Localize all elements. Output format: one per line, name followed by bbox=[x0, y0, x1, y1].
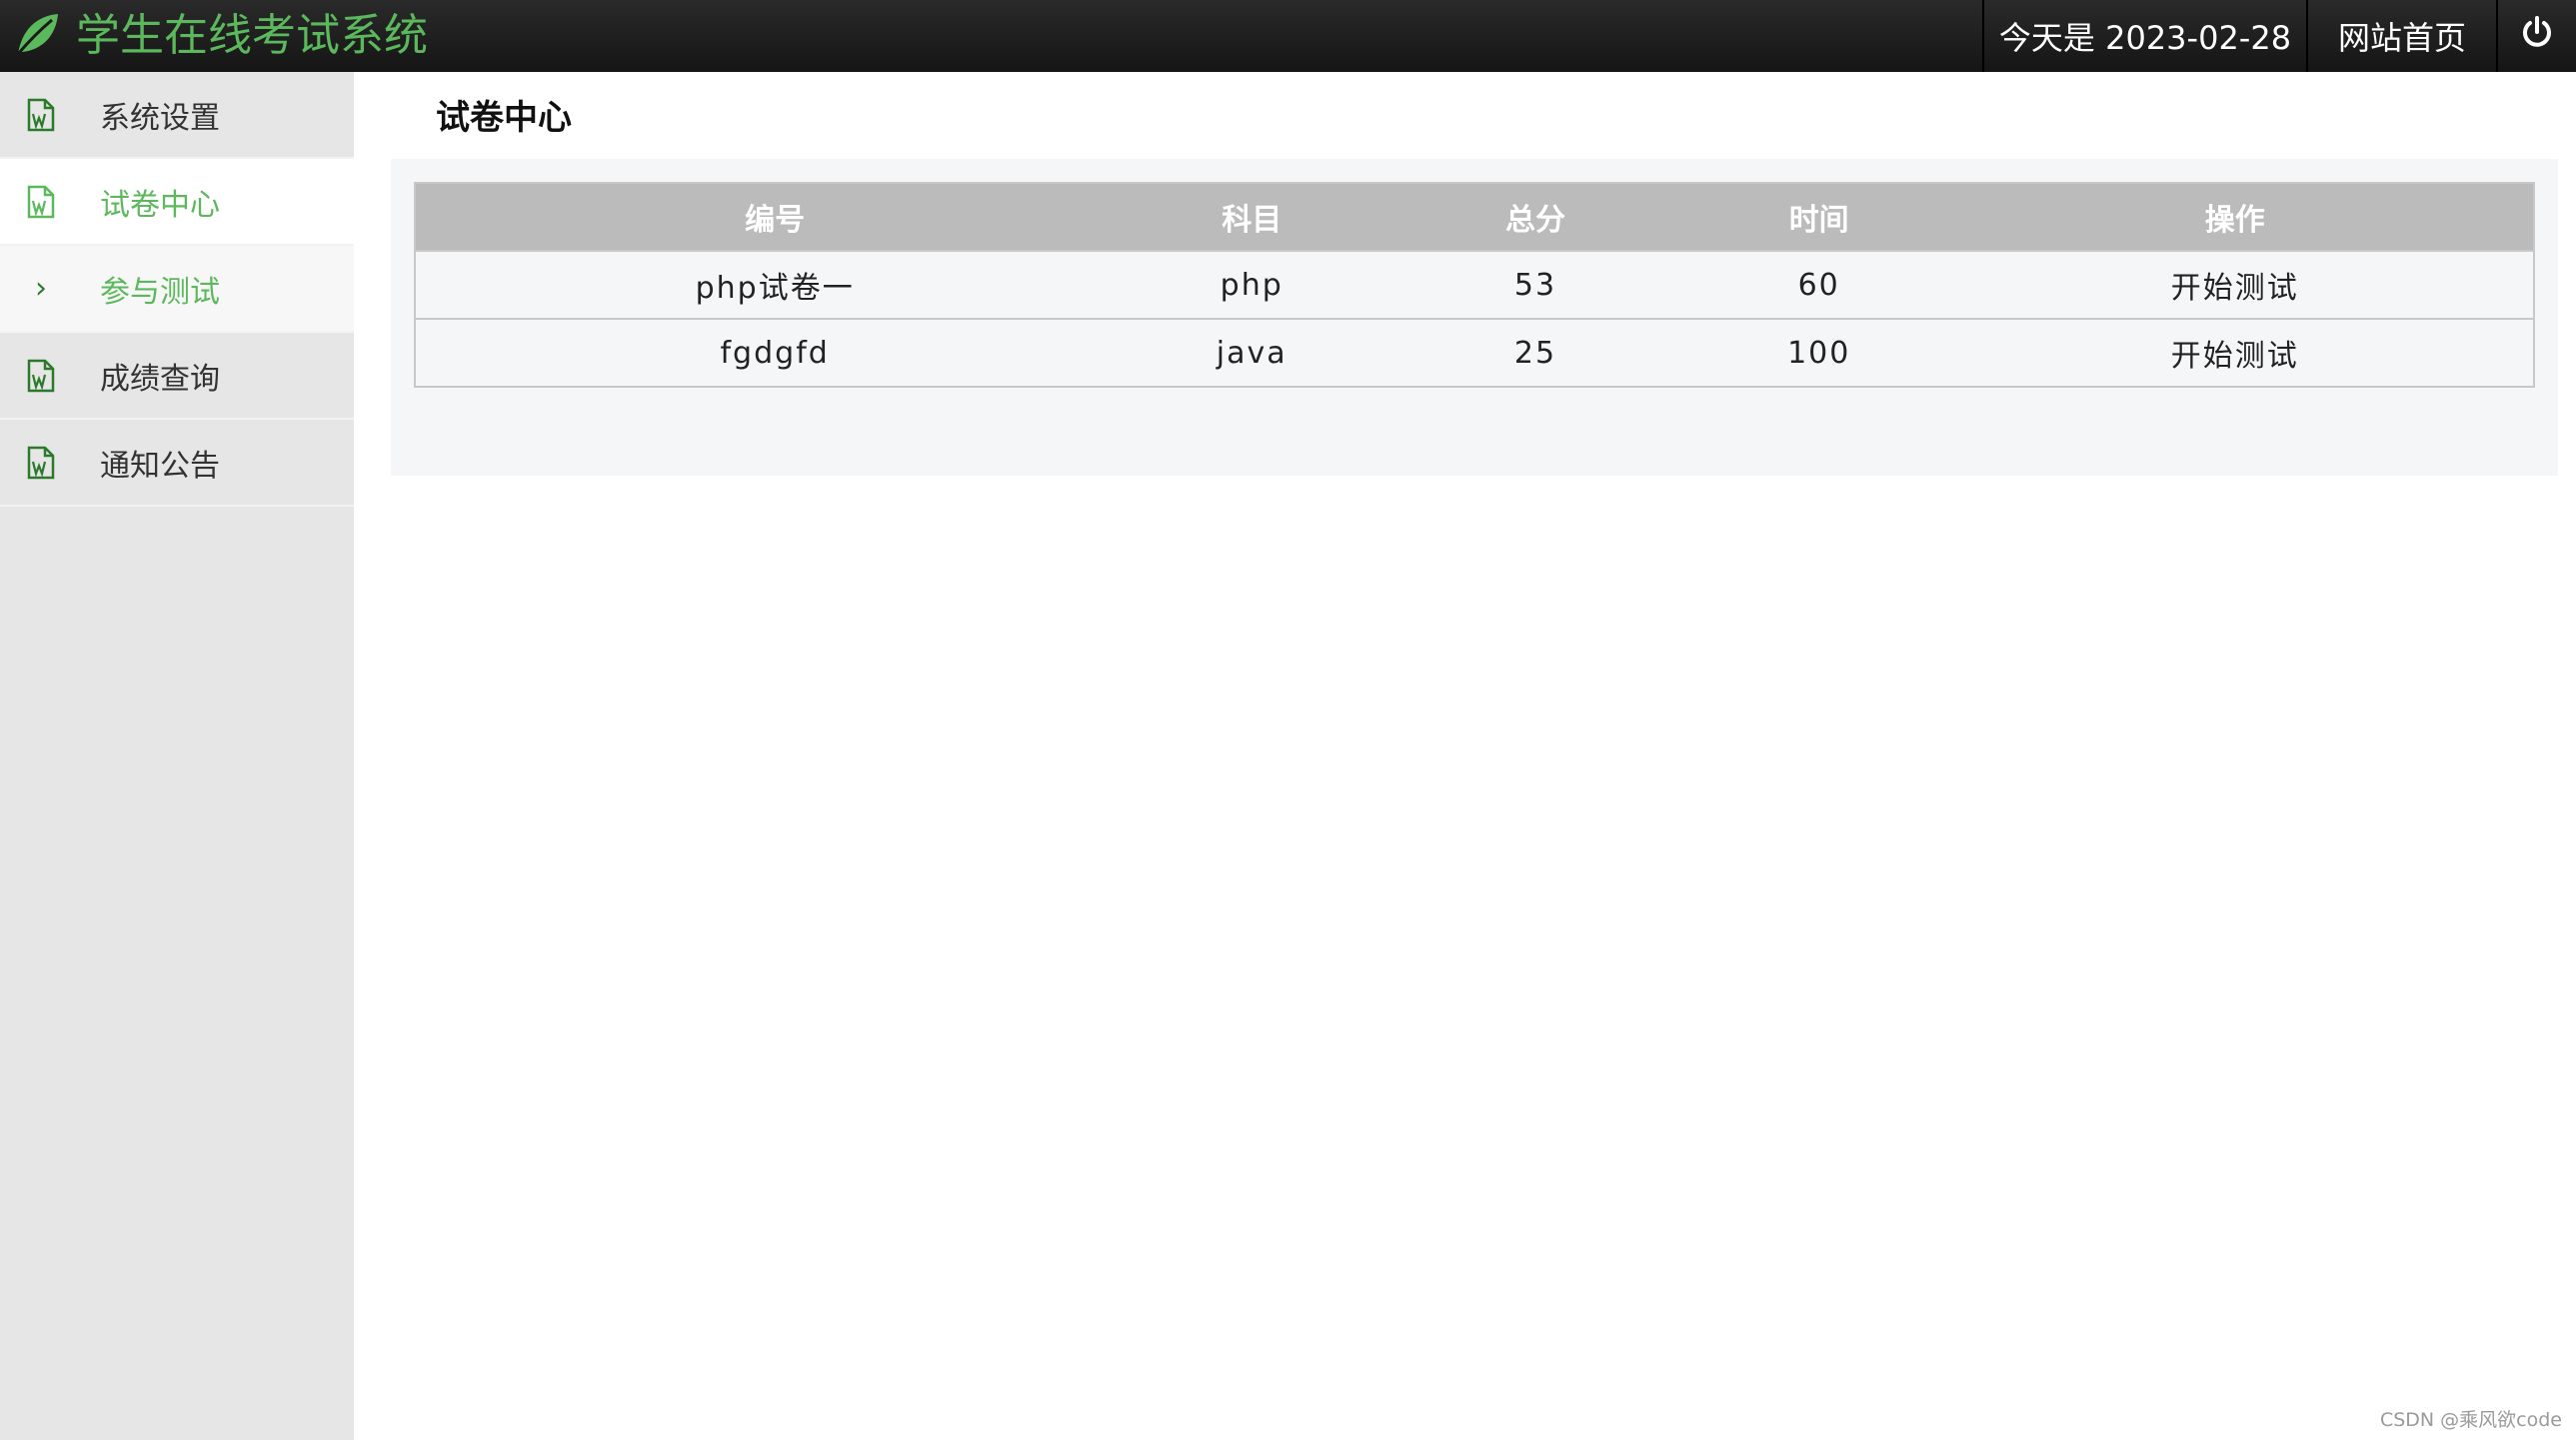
exam-table: 编号 科目 总分 时间 操作 php试卷一 php 53 60 开始测试 fgd… bbox=[414, 182, 2535, 388]
page-title: 试卷中心 bbox=[436, 98, 572, 138]
power-icon bbox=[2520, 15, 2554, 57]
start-test-button[interactable]: 开始测试 bbox=[1936, 318, 2534, 387]
document-icon bbox=[24, 359, 58, 393]
chevron-right-icon: › bbox=[35, 271, 47, 306]
column-header-action: 操作 bbox=[1936, 183, 2534, 251]
content-panel: 编号 科目 总分 时间 操作 php试卷一 php 53 60 开始测试 fgd… bbox=[391, 159, 2558, 476]
cell-score: 53 bbox=[1369, 250, 1701, 319]
logout-button[interactable] bbox=[2496, 0, 2576, 72]
table-header-row: 编号 科目 总分 时间 操作 bbox=[415, 183, 2534, 251]
document-icon bbox=[24, 446, 58, 480]
sidebar-item-system-settings[interactable]: 系统设置 bbox=[0, 72, 354, 159]
app-title: 学生在线考试系统 bbox=[76, 10, 428, 61]
home-link[interactable]: 网站首页 bbox=[2306, 0, 2496, 72]
table-row: fgdgfd java 25 100 开始测试 bbox=[415, 318, 2534, 387]
sidebar: 系统设置 试卷中心 › 参与测试 成绩查询 通知公告 bbox=[0, 72, 354, 1440]
cell-id: php试卷一 bbox=[415, 250, 1135, 319]
sidebar-item-label: 试卷中心 bbox=[100, 187, 220, 223]
date-display: 今天是 2023-02-28 bbox=[1982, 0, 2306, 72]
column-header-time: 时间 bbox=[1700, 183, 1937, 251]
start-test-button[interactable]: 开始测试 bbox=[1936, 250, 2534, 319]
column-header-subject: 科目 bbox=[1134, 183, 1370, 251]
table-row: php试卷一 php 53 60 开始测试 bbox=[415, 250, 2534, 319]
sidebar-item-label: 成绩查询 bbox=[100, 361, 220, 397]
brand[interactable]: 学生在线考试系统 bbox=[0, 0, 428, 72]
cell-time: 100 bbox=[1700, 318, 1937, 387]
sidebar-item-paper-center[interactable]: 试卷中心 bbox=[0, 159, 354, 246]
cell-score: 25 bbox=[1369, 318, 1701, 387]
cell-subject: php bbox=[1134, 250, 1370, 319]
watermark: CSDN @乘风欲code bbox=[2379, 1409, 2562, 1431]
sidebar-item-label: 系统设置 bbox=[100, 100, 220, 136]
cell-id: fgdgfd bbox=[415, 318, 1135, 387]
top-bar: 学生在线考试系统 今天是 2023-02-28 网站首页 bbox=[0, 0, 2576, 72]
leaf-logo-icon bbox=[12, 8, 64, 64]
cell-time: 60 bbox=[1700, 250, 1937, 319]
sidebar-item-notices[interactable]: 通知公告 bbox=[0, 420, 354, 507]
column-header-id: 编号 bbox=[415, 183, 1135, 251]
document-icon bbox=[24, 98, 58, 132]
document-icon bbox=[24, 185, 58, 219]
cell-subject: java bbox=[1134, 318, 1370, 387]
sidebar-item-label: 参与测试 bbox=[100, 274, 220, 310]
sidebar-item-score-query[interactable]: 成绩查询 bbox=[0, 333, 354, 420]
column-header-score: 总分 bbox=[1369, 183, 1701, 251]
sidebar-item-label: 通知公告 bbox=[100, 448, 220, 484]
sidebar-item-take-test[interactable]: › 参与测试 bbox=[0, 246, 354, 333]
